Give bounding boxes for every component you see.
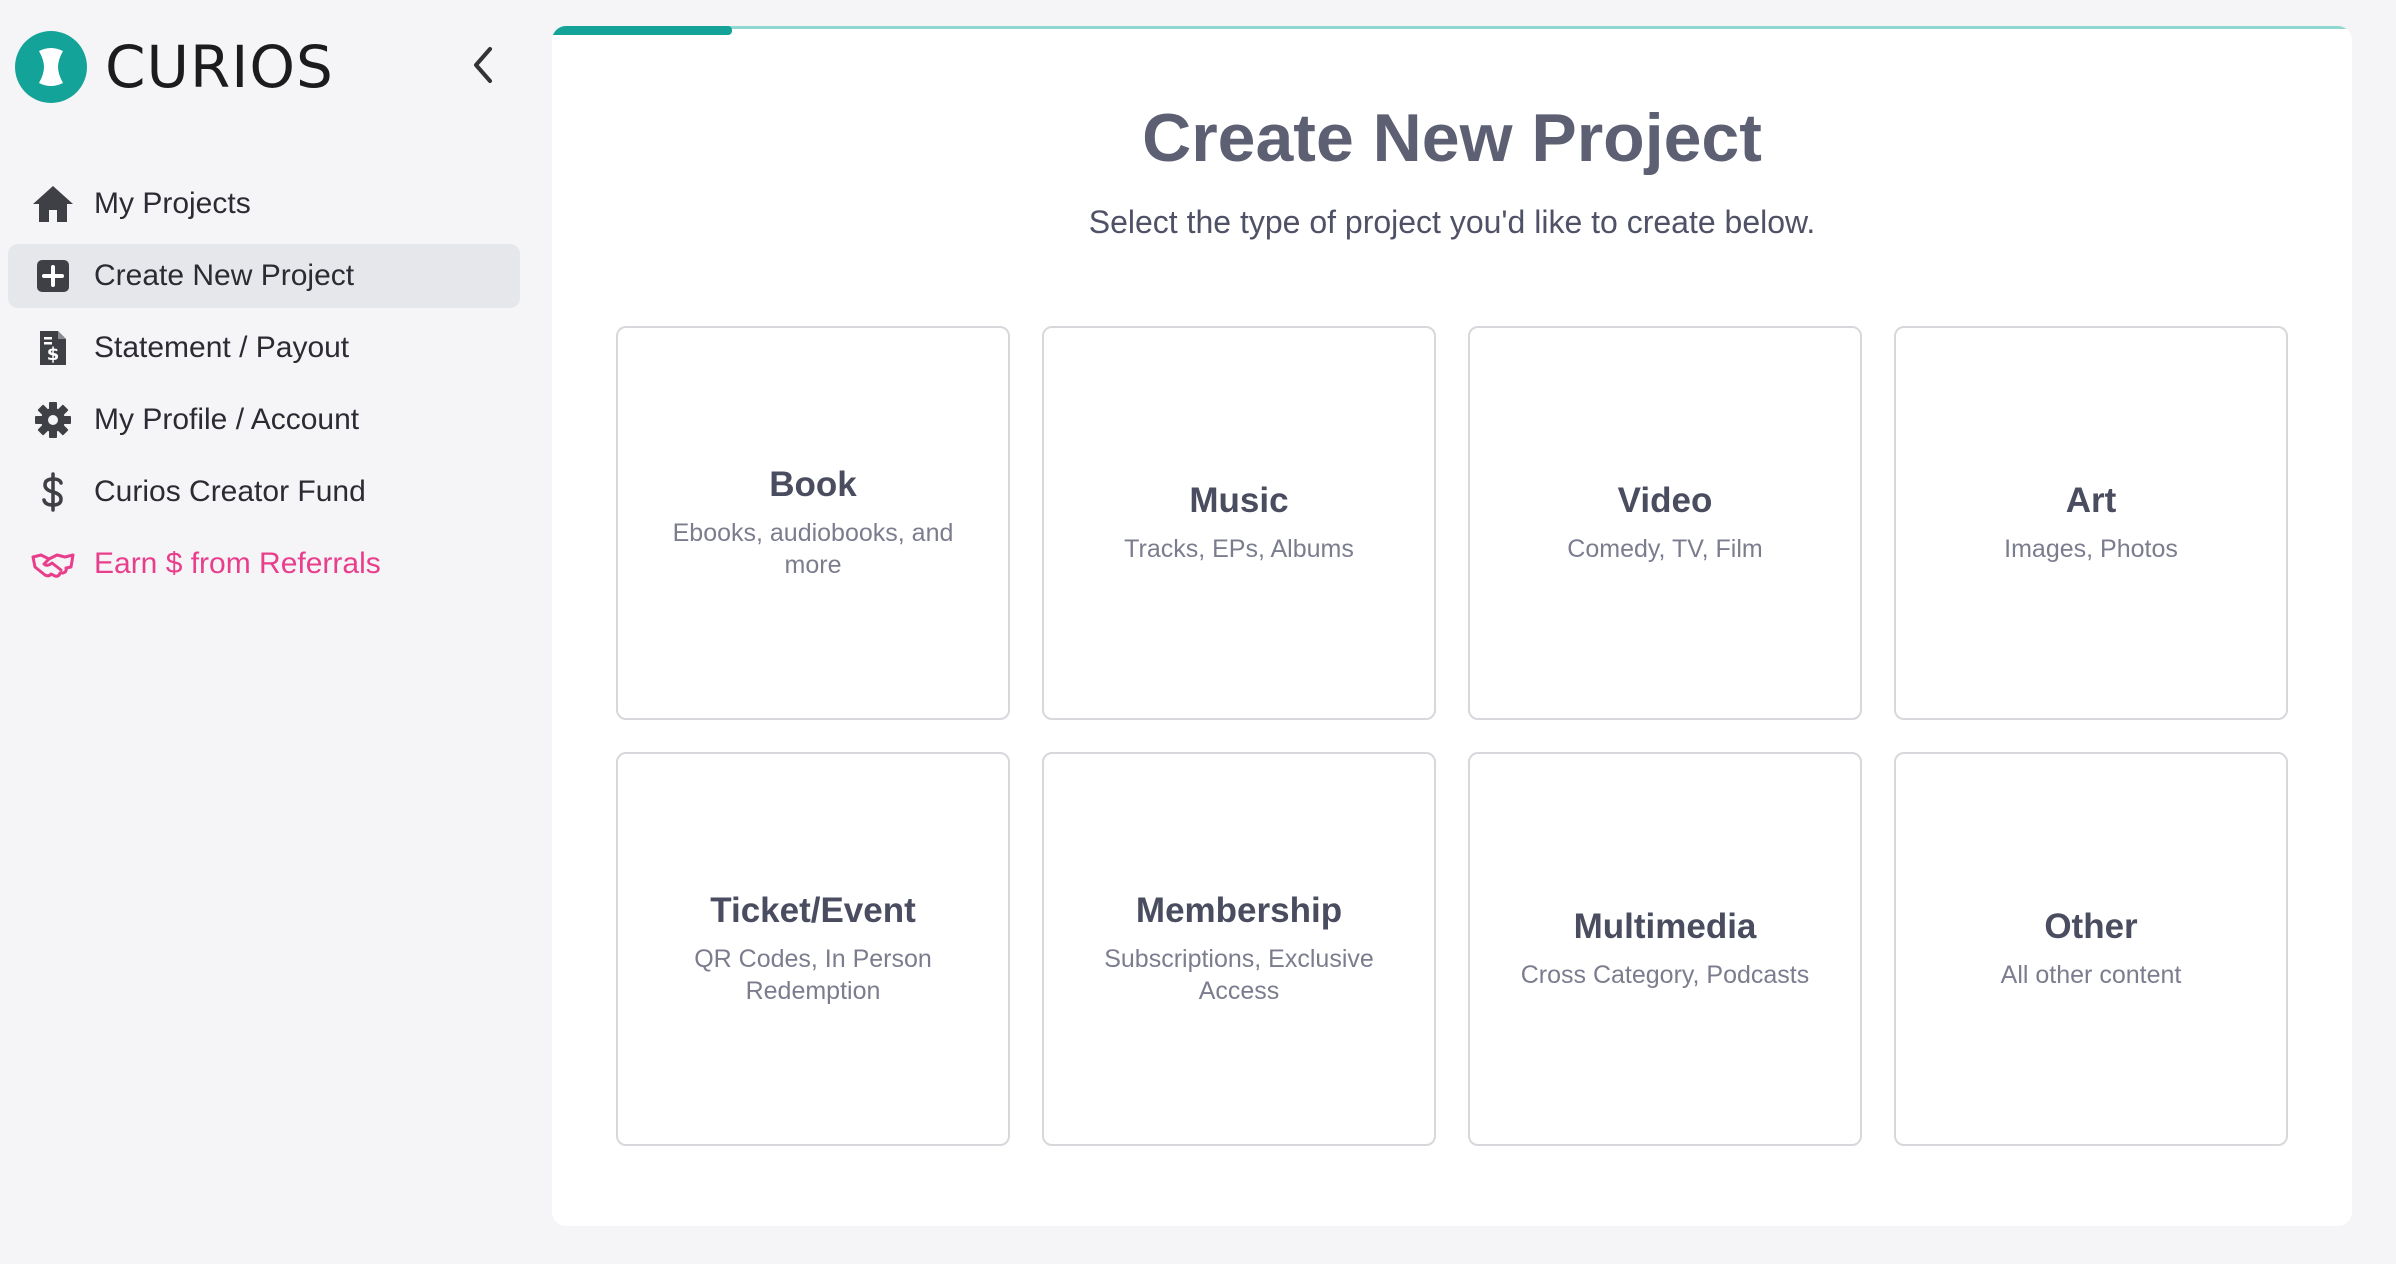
sidebar-item-referrals[interactable]: Earn $ from Referrals — [8, 532, 520, 596]
page-title: Create New Project — [1142, 100, 1762, 176]
progress-bar — [552, 26, 732, 35]
sidebar-item-label: My Profile / Account — [94, 403, 360, 436]
sidebar-item-label: Statement / Payout — [94, 331, 350, 364]
card-title: Book — [769, 465, 857, 504]
handshake-icon — [30, 541, 76, 587]
project-type-card-music[interactable]: Music Tracks, EPs, Albums — [1042, 326, 1436, 720]
project-type-card-multimedia[interactable]: Multimedia Cross Category, Podcasts — [1468, 752, 1862, 1146]
project-type-card-book[interactable]: Book Ebooks, audiobooks, and more — [616, 326, 1010, 720]
sidebar-item-create-new-project[interactable]: Create New Project — [8, 244, 520, 308]
card-description: All other content — [2000, 961, 2182, 989]
project-type-card-other[interactable]: Other All other content — [1894, 752, 2288, 1146]
plus-square-icon — [30, 253, 76, 299]
sidebar-item-label: My Projects — [94, 187, 251, 220]
sidebar-item-profile-account[interactable]: My Profile / Account — [8, 388, 520, 452]
project-type-card-ticket-event[interactable]: Ticket/Event QR Codes, In Person Redempt… — [616, 752, 1010, 1146]
card-description: Cross Category, Podcasts — [1520, 961, 1810, 989]
project-type-card-video[interactable]: Video Comedy, TV, Film — [1468, 326, 1862, 720]
card-title: Video — [1617, 481, 1713, 520]
sidebar-item-creator-fund[interactable]: Curios Creator Fund — [8, 460, 520, 524]
sidebar-nav: My Projects Create New Project $ Stateme… — [8, 172, 520, 604]
collapse-sidebar-button[interactable] — [462, 44, 504, 86]
project-type-card-membership[interactable]: Membership Subscriptions, Exclusive Acce… — [1042, 752, 1436, 1146]
brand-name: CURIOS — [105, 33, 334, 101]
card-title: Ticket/Event — [710, 891, 916, 930]
sidebar-item-label: Create New Project — [94, 259, 355, 292]
main-panel: Create New Project Select the type of pr… — [552, 26, 2352, 1226]
project-type-card-art[interactable]: Art Images, Photos — [1894, 326, 2288, 720]
gear-icon — [30, 397, 76, 443]
card-title: Art — [2065, 481, 2117, 520]
card-description: QR Codes, In Person Redemption — [694, 945, 932, 1005]
card-title: Membership — [1135, 891, 1343, 930]
home-icon — [30, 181, 76, 227]
chevron-left-icon — [474, 47, 492, 83]
brand-logo[interactable]: CURIOS — [15, 31, 334, 103]
invoice-dollar-icon: $ — [30, 325, 76, 371]
sidebar-item-statement-payout[interactable]: $ Statement / Payout — [8, 316, 520, 380]
card-description: Subscriptions, Exclusive Access — [1104, 945, 1374, 1005]
sidebar: CURIOS My Projects Create New Project $ … — [0, 0, 540, 1264]
card-description: Comedy, TV, Film — [1567, 535, 1763, 563]
sidebar-item-label: Curios Creator Fund — [94, 475, 366, 508]
curios-logo-icon — [15, 31, 87, 103]
progress-track — [552, 26, 2352, 29]
svg-text:$: $ — [47, 344, 60, 365]
page-subtitle: Select the type of project you'd like to… — [1088, 204, 1816, 240]
card-title: Music — [1189, 481, 1289, 520]
sidebar-item-label: Earn $ from Referrals — [94, 547, 381, 580]
sidebar-item-my-projects[interactable]: My Projects — [8, 172, 520, 236]
card-title: Other — [2044, 907, 2138, 946]
dollar-icon — [30, 469, 76, 515]
card-description: Tracks, EPs, Albums — [1124, 535, 1354, 563]
project-type-grid: Book Ebooks, audiobooks, and more Music … — [616, 326, 2288, 1146]
card-description: Images, Photos — [2004, 535, 2178, 563]
card-description: Ebooks, audiobooks, and more — [672, 519, 954, 579]
card-title: Multimedia — [1573, 907, 1757, 946]
